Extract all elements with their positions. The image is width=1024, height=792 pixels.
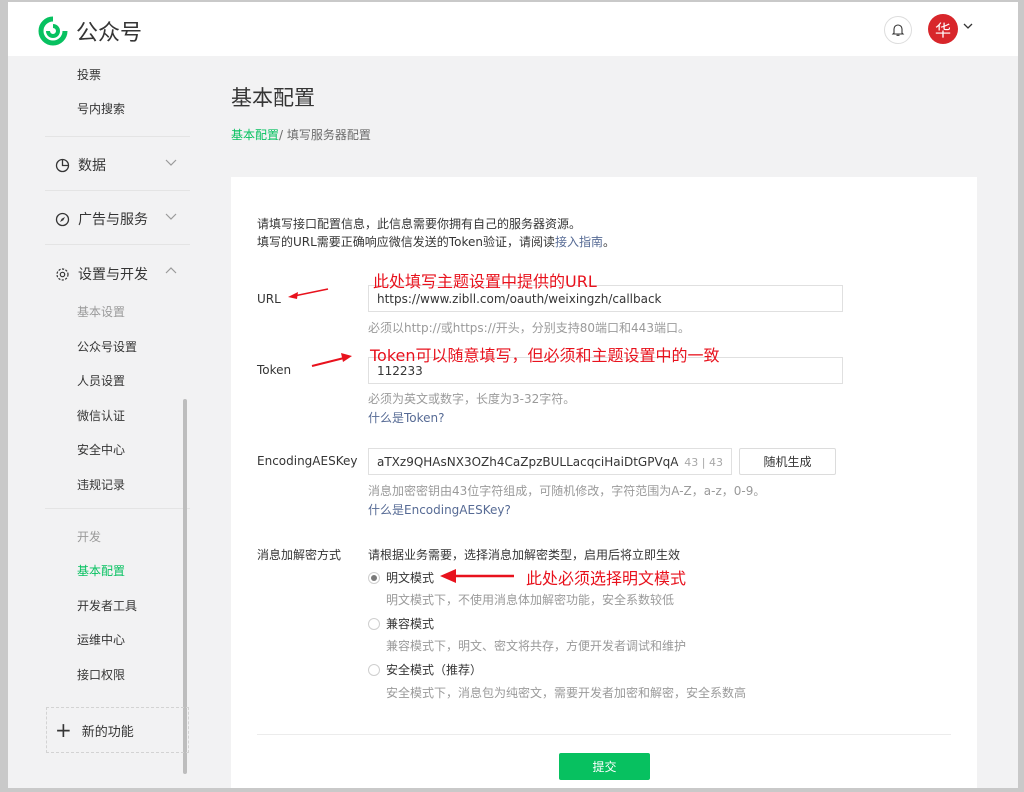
arrow-token-icon — [311, 353, 352, 367]
app-window: 公众号 华 投票 号内搜索 数据 广告与服务 设置与开发 基本设置 公众号设置 … — [8, 2, 1018, 788]
arrow-url-icon — [288, 288, 329, 299]
annotation-arrows — [288, 288, 514, 583]
arrow-mode-icon — [440, 569, 514, 583]
